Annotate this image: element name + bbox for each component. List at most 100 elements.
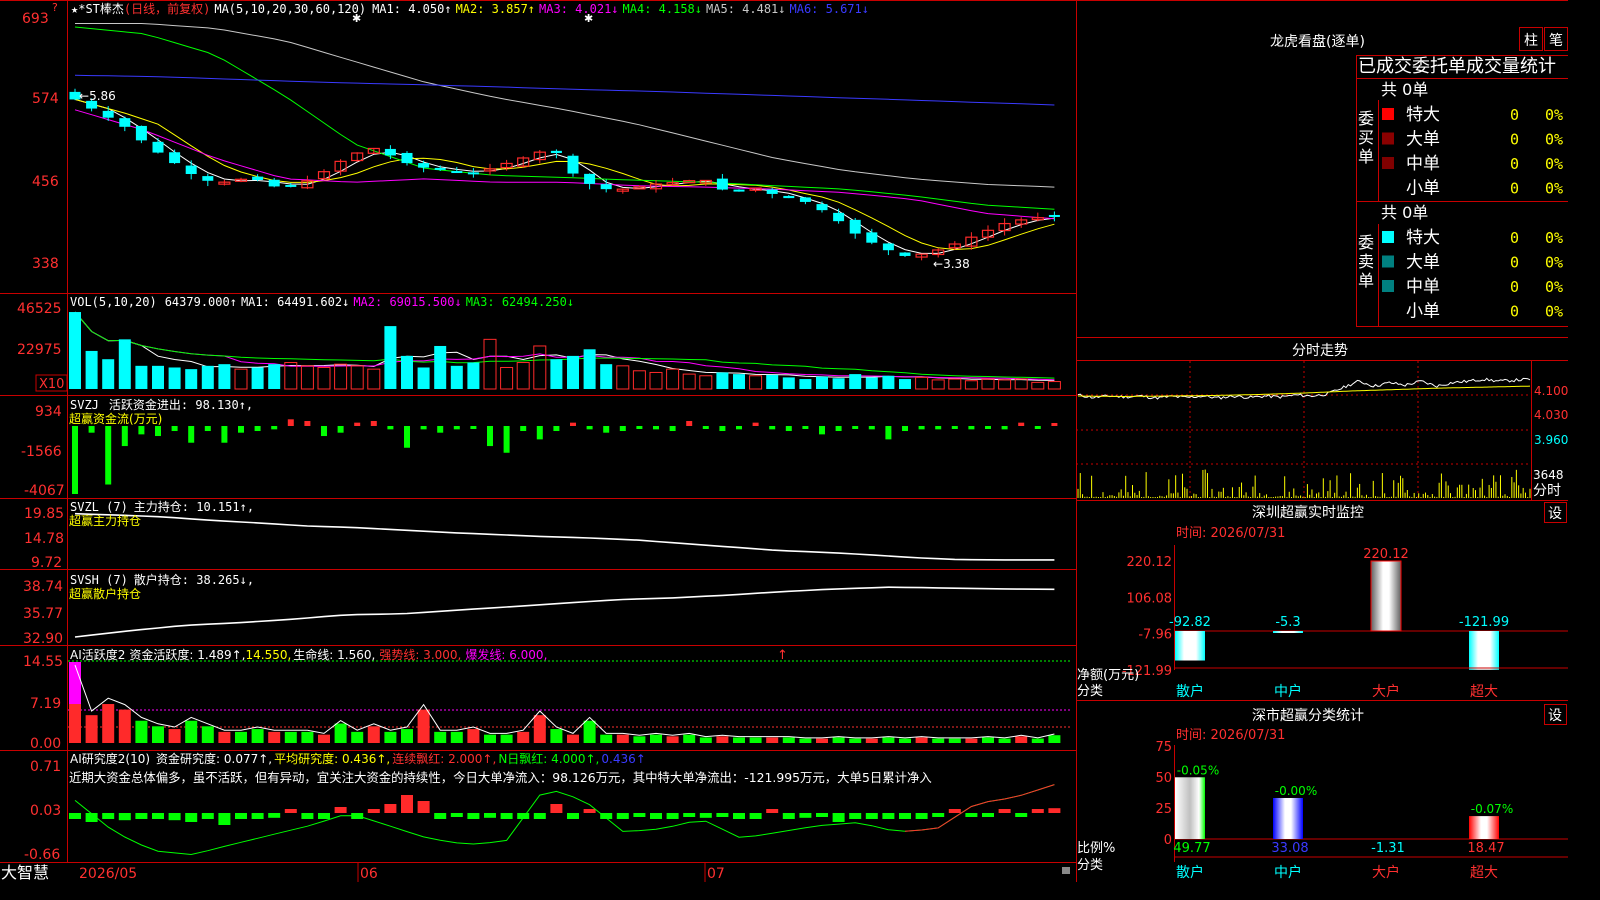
svsh-panel[interactable]: 38.74 35.77 32.90 SVSH (7) 散户持仓: 38.265↓,… bbox=[23, 572, 1055, 647]
fenshi-panel[interactable]: 分时走势 4.100 4.030 3.960 3648 分时 bbox=[1077, 343, 1568, 499]
activity-bar bbox=[284, 731, 297, 743]
research-bar bbox=[998, 809, 1011, 813]
volume-bar bbox=[931, 379, 945, 390]
volume-bar bbox=[251, 367, 264, 389]
sell-total: 共 0单 bbox=[1381, 203, 1428, 222]
price-ytick-0: 693 bbox=[22, 11, 49, 27]
activity-bar bbox=[849, 738, 862, 743]
star-marker: ✱ bbox=[584, 12, 593, 25]
volume-bar bbox=[1031, 381, 1045, 390]
fund-flow-bar bbox=[885, 426, 892, 440]
fund-flow-bar bbox=[968, 426, 975, 430]
research-bar bbox=[782, 813, 795, 819]
help-mark[interactable]: ? bbox=[52, 1, 58, 14]
volume-bar bbox=[550, 359, 563, 389]
volume-bar bbox=[749, 375, 763, 390]
net-flow-label: -92.82 bbox=[1169, 615, 1211, 630]
volume-bar bbox=[467, 362, 480, 389]
price-ytick-1: 574 bbox=[32, 91, 59, 107]
monitor-panel[interactable]: 深圳超赢实时监控 设 时间: 2026/07/31 220.12 106.08 -7… bbox=[1077, 502, 1568, 701]
research-bar bbox=[948, 809, 961, 813]
volume-bar bbox=[350, 365, 364, 390]
fenshi-vol-label: 3648 bbox=[1533, 468, 1564, 482]
candle-body bbox=[833, 212, 845, 222]
vol-legend: VOL(5,10,20) 64379.000↑ MA1: 64491.602↓ MA2… bbox=[70, 295, 574, 309]
volume-bar bbox=[168, 367, 181, 389]
ratio-value-label: 18.47 bbox=[1467, 841, 1504, 856]
fund-flow-bar bbox=[520, 426, 527, 432]
fund-flow-bar bbox=[619, 426, 626, 432]
svzj-ytick-1: -1566 bbox=[21, 444, 62, 460]
research-bar bbox=[849, 813, 862, 819]
buy-row-name: 特大 bbox=[1406, 105, 1440, 125]
fund-flow-bar bbox=[1001, 426, 1008, 430]
buy-row-name: 小单 bbox=[1406, 179, 1440, 199]
buy-side-label: 委买单 bbox=[1358, 109, 1374, 166]
volume-bar bbox=[533, 345, 547, 390]
research-bar bbox=[268, 813, 281, 818]
volume-bar bbox=[632, 370, 646, 390]
category-label: 中户 bbox=[1274, 683, 1302, 700]
fund-flow-bar bbox=[868, 426, 875, 430]
vol-ytick-1: 22975 bbox=[17, 342, 62, 358]
activity-bar bbox=[865, 738, 878, 743]
activity-bar bbox=[1015, 736, 1028, 743]
research-bar bbox=[899, 813, 911, 819]
sell-row-name: 特大 bbox=[1406, 228, 1440, 248]
fund-flow-bar bbox=[819, 426, 825, 435]
volume-bar bbox=[865, 377, 878, 389]
volume-bar bbox=[516, 362, 530, 390]
ai-research-panel[interactable]: 0.71 0.03 -0.66 AI研究度2(10) 资金研究度: 0.077↑,… bbox=[24, 751, 1061, 863]
price-panel[interactable]: 693 ? 574 456 338 ★*ST棒杰(日线，前复权) MA(5,10,… bbox=[22, 1, 1060, 272]
lock-icon[interactable] bbox=[1062, 867, 1070, 874]
brand-label[interactable]: 大智慧 bbox=[1, 863, 49, 882]
volume-bar bbox=[849, 374, 862, 389]
fenshi-ytick-1: 4.030 bbox=[1534, 408, 1568, 422]
volume-bar bbox=[118, 339, 131, 389]
candle-body bbox=[169, 152, 181, 164]
classify-xlabel: 分类 bbox=[1077, 858, 1103, 873]
fund-flow-bar bbox=[88, 426, 95, 433]
candle-body bbox=[783, 195, 795, 199]
monitor-settings-label[interactable]: 设 bbox=[1548, 506, 1562, 522]
fund-flow-bar bbox=[536, 426, 543, 440]
activity-bar bbox=[185, 720, 198, 743]
volume-bar bbox=[998, 379, 1012, 390]
fund-flow-bar bbox=[337, 426, 344, 433]
period-label[interactable]: (日线，前复权) bbox=[124, 1, 210, 16]
classify-settings-label[interactable]: 设 bbox=[1548, 708, 1562, 724]
activity-bar bbox=[118, 709, 131, 743]
sell-row-count: 0 bbox=[1510, 254, 1519, 272]
tick-mode-label[interactable]: 笔 bbox=[1549, 33, 1563, 49]
activity-bar bbox=[517, 731, 530, 743]
fund-flow-bar bbox=[603, 426, 610, 433]
classify-panel[interactable]: 深市超赢分类统计 设 时间: 2026/07/31 75 50 25 0 -0.05% 4… bbox=[1077, 704, 1568, 882]
svsh-subtitle: 超赢散户持仓 bbox=[69, 586, 141, 601]
vol-value: 64379.000↑ bbox=[165, 295, 237, 309]
svzj-panel[interactable]: 934 -1566 -4067 SVZJ 活跃资金进出: 98.130↑, 超赢资… bbox=[21, 397, 1058, 499]
fenshi-vol-unit: 分时 bbox=[1533, 483, 1561, 499]
volume-panel[interactable]: 46525 22975 X10 VOL(5,10,20) 64379.000↑ MA… bbox=[17, 295, 1061, 392]
fund-flow-bar bbox=[686, 420, 693, 426]
activity-bar bbox=[367, 726, 380, 743]
research-bar bbox=[799, 813, 812, 818]
lhkp-heading: 已成交委托单成交量统计 bbox=[1358, 56, 1556, 77]
research-bar bbox=[384, 804, 397, 813]
volume-bar bbox=[882, 375, 895, 389]
fund-flow-bar bbox=[736, 426, 742, 430]
fund-flow-bar bbox=[669, 426, 676, 432]
ai-activity-panel[interactable]: 14.55 7.19 0.00 AI活跃度2 资金活跃度: 1.489↑,14.5… bbox=[23, 647, 1072, 752]
bar-mode-label[interactable]: 柱 bbox=[1524, 33, 1538, 49]
volume-bar bbox=[964, 380, 978, 390]
fund-flow-bar bbox=[503, 426, 510, 453]
classify-ytick: 75 bbox=[1155, 740, 1172, 755]
volume-bar bbox=[682, 373, 696, 390]
candle-body bbox=[185, 165, 197, 175]
stock-name[interactable]: ★*ST棒杰 bbox=[71, 2, 124, 16]
net-flow-label: -121.99 bbox=[1459, 615, 1509, 630]
net-flow-label: -5.3 bbox=[1275, 615, 1300, 630]
candle-body bbox=[401, 152, 413, 164]
svzl-panel[interactable]: 19.85 14.78 9.72 SVZL (7) 主力持仓: 10.151↑, … bbox=[24, 499, 1055, 571]
ai2-ytick-2: -0.66 bbox=[24, 847, 60, 863]
ratio-bar bbox=[1469, 816, 1499, 839]
